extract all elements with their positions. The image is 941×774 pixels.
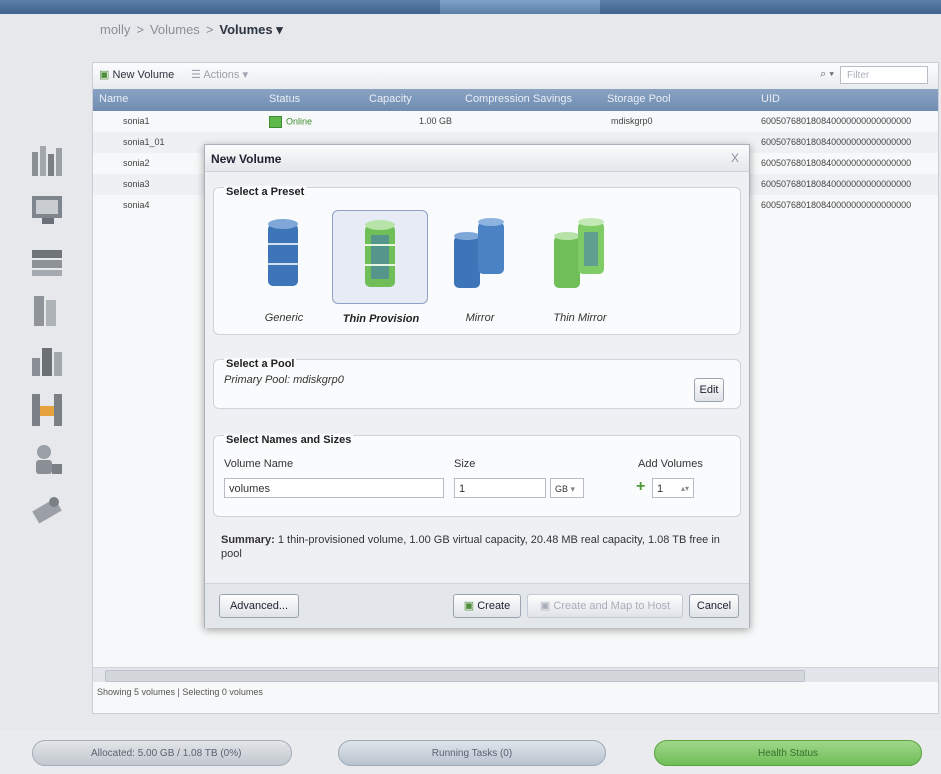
summary-label: Summary: bbox=[221, 534, 275, 546]
column-capacity[interactable]: Capacity bbox=[369, 93, 412, 105]
column-compression[interactable]: Compression Savings bbox=[465, 93, 572, 105]
create-button[interactable]: ▣ Create bbox=[453, 594, 521, 618]
dialog-title: New Volume bbox=[211, 152, 282, 166]
pools-icon[interactable] bbox=[28, 190, 70, 230]
column-status[interactable]: Status bbox=[269, 93, 300, 105]
monitoring-icon[interactable] bbox=[28, 140, 70, 180]
column-uid[interactable]: UID bbox=[761, 93, 780, 105]
new-volume-dialog: New Volume X Select a Preset Generic Thi… bbox=[204, 144, 750, 628]
size-input[interactable]: 1 bbox=[454, 478, 546, 498]
add-icon[interactable]: + bbox=[636, 478, 645, 496]
running-tasks-bar[interactable]: Running Tasks (0) bbox=[338, 740, 606, 766]
volumes-icon[interactable] bbox=[28, 240, 70, 280]
left-nav bbox=[14, 140, 84, 540]
top-banner bbox=[0, 0, 941, 14]
create-volume-icon: ▣ bbox=[463, 600, 475, 612]
settings-icon[interactable] bbox=[28, 490, 70, 530]
generic-volume-icon bbox=[268, 219, 298, 286]
filter-input[interactable]: Filter bbox=[840, 66, 928, 84]
summary-description: 1 thin-provisioned volume, 1.00 GB virtu… bbox=[221, 534, 720, 560]
names-sizes-group: Select Names and Sizes Volume Name volum… bbox=[213, 434, 741, 517]
add-volumes-label: Add Volumes bbox=[638, 458, 703, 470]
pool-group: Select a Pool Primary Pool: mdiskgrp0 Ed… bbox=[213, 358, 741, 409]
add-volumes-stepper[interactable]: 1 ▴▾ bbox=[652, 478, 694, 498]
allocated-capacity-bar[interactable]: Allocated: 5.00 GB / 1.08 TB (0%) bbox=[32, 740, 292, 766]
map-host-icon: ▣ bbox=[539, 600, 551, 612]
hosts-icon[interactable] bbox=[28, 290, 70, 330]
chevron-down-icon: ▾ bbox=[570, 484, 576, 494]
new-volume-button[interactable]: ▣ New Volume bbox=[99, 68, 174, 81]
copy-services-icon[interactable] bbox=[28, 340, 70, 380]
table-header: Name Status Capacity Compression Savings… bbox=[93, 89, 938, 111]
access-icon[interactable] bbox=[28, 390, 70, 430]
search-icon[interactable]: ⌕ ▾ bbox=[820, 68, 834, 81]
breadcrumb-root[interactable]: molly bbox=[100, 22, 130, 37]
preset-thin-provision[interactable]: Thin Provision bbox=[332, 210, 428, 325]
create-and-map-button[interactable]: ▣ Create and Map to Host bbox=[527, 594, 683, 618]
size-label: Size bbox=[454, 458, 476, 470]
stepper-arrows-icon[interactable]: ▴▾ bbox=[681, 479, 689, 499]
preset-mirror[interactable]: Mirror bbox=[432, 210, 528, 324]
scrollbar-thumb[interactable] bbox=[105, 670, 805, 682]
selection-status: Showing 5 volumes | Selecting 0 volumes bbox=[97, 687, 263, 697]
names-section-label: Select Names and Sizes bbox=[224, 434, 354, 446]
pool-section-label: Select a Pool bbox=[224, 358, 297, 370]
preset-thin-mirror[interactable]: Thin Mirror bbox=[532, 210, 628, 324]
volume-name-label: Volume Name bbox=[224, 458, 294, 470]
actions-menu[interactable]: ☰ Actions ▾ bbox=[191, 68, 248, 81]
toolbar: ▣ New Volume ☰ Actions ▾ ⌕ ▾ Filter bbox=[93, 63, 938, 90]
preset-section-label: Select a Preset bbox=[224, 186, 307, 198]
primary-pool-text: Primary Pool: mdiskgrp0 bbox=[224, 374, 344, 386]
dialog-footer: Advanced... ▣ Create ▣ Create and Map to… bbox=[205, 583, 749, 628]
cancel-button[interactable]: Cancel bbox=[689, 594, 739, 618]
list-icon: ☰ bbox=[191, 69, 201, 81]
column-name[interactable]: Name bbox=[99, 93, 128, 105]
column-storage-pool[interactable]: Storage Pool bbox=[607, 93, 671, 105]
summary-text: Summary: 1 thin-provisioned volume, 1.00… bbox=[221, 533, 741, 561]
breadcrumb: molly > Volumes > Volumes ▾ bbox=[100, 22, 283, 37]
preset-generic-label: Generic bbox=[264, 312, 304, 324]
thin-mirror-icon bbox=[554, 218, 604, 288]
horizontal-scrollbar[interactable] bbox=[93, 667, 938, 682]
preset-thin-provision-label: Thin Provision bbox=[342, 313, 420, 325]
user-lock-icon[interactable] bbox=[28, 440, 70, 480]
preset-generic[interactable]: Generic bbox=[236, 210, 332, 324]
preset-mirror-label: Mirror bbox=[465, 312, 495, 324]
breadcrumb-current[interactable]: Volumes ▾ bbox=[219, 22, 282, 37]
volume-name-input[interactable]: volumes bbox=[224, 478, 444, 498]
thin-provision-icon bbox=[365, 220, 395, 287]
close-button[interactable]: X bbox=[731, 151, 739, 165]
dialog-title-bar: New Volume X bbox=[205, 145, 749, 172]
preset-group: Select a Preset Generic Thin Provision M… bbox=[213, 186, 741, 335]
advanced-button[interactable]: Advanced... bbox=[219, 594, 299, 618]
mirror-volume-icon bbox=[454, 218, 504, 288]
table-row[interactable]: sonia1 Online 1.00 GB mdiskgrp0 60050768… bbox=[93, 111, 938, 132]
preset-thin-mirror-label: Thin Mirror bbox=[553, 312, 607, 324]
new-volume-icon: ▣ bbox=[99, 69, 110, 81]
breadcrumb-parent[interactable]: Volumes bbox=[150, 22, 200, 37]
online-status-icon bbox=[269, 116, 282, 128]
health-status-bar[interactable]: Health Status bbox=[654, 740, 922, 766]
size-unit-select[interactable]: GB ▾ bbox=[550, 478, 584, 498]
edit-pool-button[interactable]: Edit bbox=[694, 378, 724, 402]
